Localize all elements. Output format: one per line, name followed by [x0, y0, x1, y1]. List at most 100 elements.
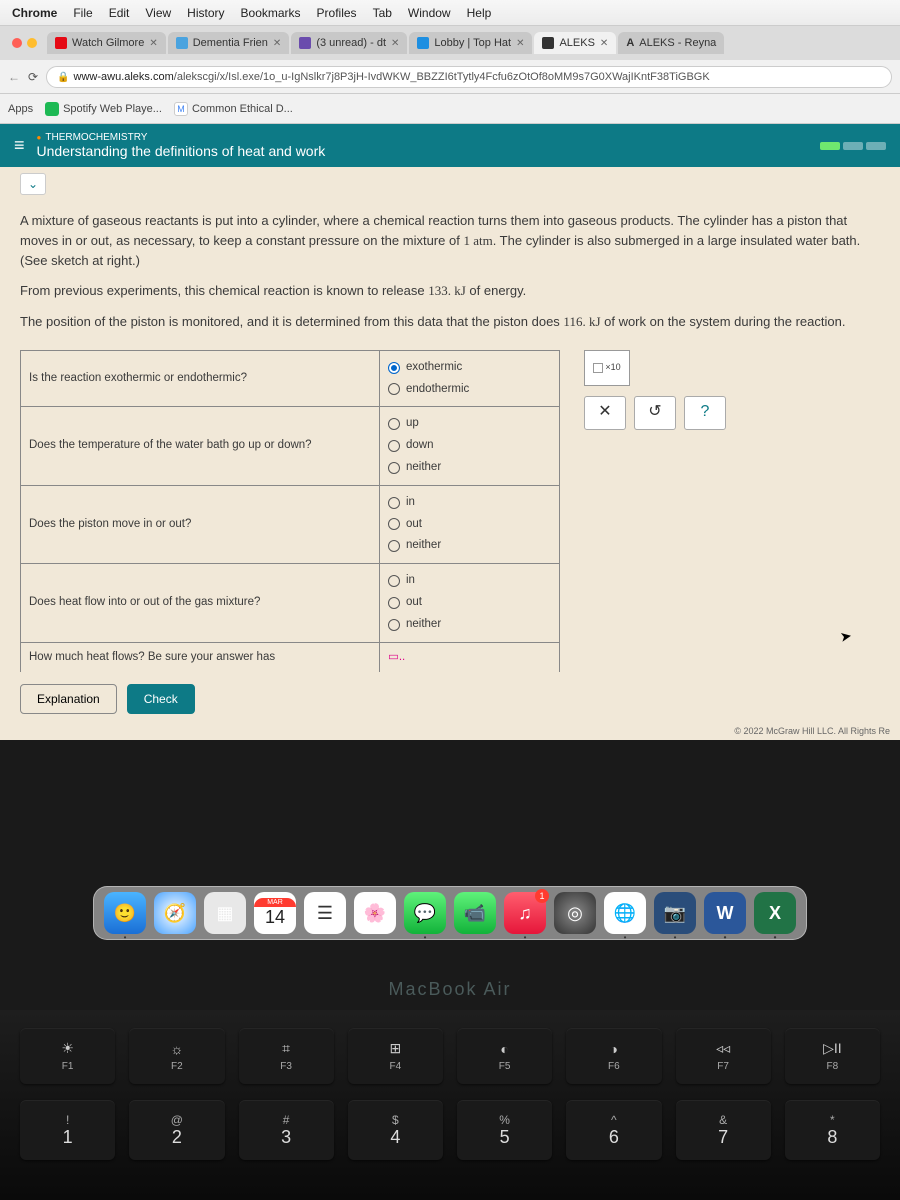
chevron-down-icon: ⌄: [28, 177, 38, 191]
menu-view[interactable]: View: [145, 6, 171, 20]
aleks-header: ≡ THERMOCHEMISTRY Understanding the defi…: [0, 124, 900, 167]
reminders-icon[interactable]: ☰: [304, 892, 346, 934]
apps-label[interactable]: Apps: [8, 103, 33, 115]
q3-text: Does the piston move in or out?: [21, 485, 380, 563]
tab-netflix[interactable]: Watch Gilmore✕: [47, 32, 166, 54]
lock-icon: 🔒: [57, 72, 69, 83]
key-f2: ☼F2: [129, 1028, 224, 1084]
safari-icon[interactable]: 🧭: [154, 892, 196, 934]
mac-menubar: Chrome File Edit View History Bookmarks …: [0, 0, 900, 26]
chrome-icon[interactable]: 🌐: [604, 892, 646, 934]
key-2: @2: [129, 1100, 224, 1160]
close-icon[interactable]: ✕: [516, 38, 524, 49]
question-table: Is the reaction exothermic or endothermi…: [20, 350, 560, 673]
topic-title: Understanding the definitions of heat an…: [37, 143, 326, 159]
q2-opt-down[interactable]: down: [388, 435, 551, 457]
key-6: ^6: [566, 1100, 661, 1160]
q5-text: How much heat flows? Be sure your answer…: [21, 642, 380, 672]
camera-icon[interactable]: 📷: [654, 892, 696, 934]
tab-aleks-2[interactable]: AALEKS - Reyna: [618, 32, 724, 54]
key-3: #3: [239, 1100, 334, 1160]
toolbox: ×10 ✕ ↺ ?: [584, 350, 726, 430]
sci-notation-button[interactable]: ×10: [584, 350, 630, 386]
reload-icon[interactable]: ⟳: [28, 70, 38, 84]
tab-dementia[interactable]: Dementia Frien✕: [168, 32, 290, 54]
key-f5: ◐F5: [457, 1028, 552, 1084]
q4-opt-in[interactable]: in: [388, 570, 551, 592]
browser-tabs: Watch Gilmore✕ Dementia Frien✕ (3 unread…: [0, 26, 900, 60]
menu-profiles[interactable]: Profiles: [317, 6, 357, 20]
q4-opt-neither[interactable]: neither: [388, 614, 551, 636]
tab-tophat[interactable]: Lobby | Top Hat✕: [409, 32, 532, 54]
keyboard: ☀F1☼F2⌗F3⊞F4◐F5◑F6◃◃F7▷IIF8 !1@2#3$4%5^6…: [0, 1010, 900, 1200]
music-icon[interactable]: ♫1: [504, 892, 546, 934]
progress-bar: [820, 142, 886, 150]
bookmarks-bar: Apps Spotify Web Playe... MCommon Ethica…: [0, 94, 900, 124]
q1-opt-endo[interactable]: endothermic: [388, 379, 551, 401]
bookmark-ethical[interactable]: MCommon Ethical D...: [174, 102, 293, 116]
key-5: %5: [457, 1100, 552, 1160]
copyright-text: © 2022 McGraw Hill LLC. All Rights Re: [0, 722, 900, 740]
calendar-icon[interactable]: MAR14: [254, 892, 296, 934]
menu-history[interactable]: History: [187, 6, 224, 20]
close-icon[interactable]: ✕: [149, 38, 157, 49]
url-bar-row: ← ⟳ 🔒www-awu.aleks.com/alekscgi/x/Isl.ex…: [0, 60, 900, 94]
key-8: *8: [785, 1100, 880, 1160]
key-f6: ◑F6: [566, 1028, 661, 1084]
cursor-icon: ➤: [839, 627, 854, 646]
messages-icon[interactable]: 💬: [404, 892, 446, 934]
undo-button[interactable]: ↺: [634, 396, 676, 430]
tab-aleks[interactable]: ALEKS✕: [534, 32, 616, 54]
q4-opt-out[interactable]: out: [388, 592, 551, 614]
close-icon[interactable]: ✕: [391, 38, 399, 49]
laptop-model: MacBook Air: [0, 979, 900, 1000]
clear-button[interactable]: ✕: [584, 396, 626, 430]
back-icon[interactable]: ←: [8, 70, 20, 84]
menu-edit[interactable]: Edit: [109, 6, 130, 20]
tab-mail[interactable]: (3 unread) - dt✕: [291, 32, 407, 54]
key-7: &7: [676, 1100, 771, 1160]
q2-opt-neither[interactable]: neither: [388, 457, 551, 479]
key-1: !1: [20, 1100, 115, 1160]
q2-text: Does the temperature of the water bath g…: [21, 407, 380, 485]
menu-help[interactable]: Help: [467, 6, 492, 20]
hamburger-icon[interactable]: ≡: [14, 135, 25, 156]
topic-category: THERMOCHEMISTRY: [37, 132, 326, 143]
q2-opt-up[interactable]: up: [388, 413, 551, 435]
key-f8: ▷IIF8: [785, 1028, 880, 1084]
expand-button[interactable]: ⌄: [20, 173, 46, 195]
menu-bookmarks[interactable]: Bookmarks: [241, 6, 301, 20]
launchpad-icon[interactable]: ▦: [204, 892, 246, 934]
q3-opt-in[interactable]: in: [388, 492, 551, 514]
finder-icon[interactable]: 🙂: [104, 892, 146, 934]
question-content: A mixture of gaseous reactants is put in…: [0, 201, 900, 722]
key-f7: ◃◃F7: [676, 1028, 771, 1084]
excel-icon[interactable]: X: [754, 892, 796, 934]
q3-opt-out[interactable]: out: [388, 514, 551, 536]
menu-window[interactable]: Window: [408, 6, 451, 20]
close-icon[interactable]: ✕: [273, 38, 281, 49]
traffic-lights[interactable]: [12, 38, 37, 48]
bookmark-spotify[interactable]: Spotify Web Playe...: [45, 102, 162, 116]
subheader: ⌄: [0, 167, 900, 201]
app-name: Chrome: [12, 6, 57, 20]
dock: 🙂 🧭 ▦ MAR14 ☰ 🌸 💬 📹 ♫1 ◎ 🌐 📷 W X: [0, 886, 900, 940]
menu-file[interactable]: File: [73, 6, 92, 20]
answer-field-icon[interactable]: ▭..: [388, 651, 405, 663]
word-icon[interactable]: W: [704, 892, 746, 934]
close-icon[interactable]: ✕: [600, 38, 608, 49]
photos-icon[interactable]: 🌸: [354, 892, 396, 934]
q3-opt-neither[interactable]: neither: [388, 535, 551, 557]
key-f3: ⌗F3: [239, 1028, 334, 1084]
q1-opt-exo[interactable]: exothermic: [388, 357, 551, 379]
url-field[interactable]: 🔒www-awu.aleks.com/alekscgi/x/Isl.exe/1o…: [46, 66, 892, 88]
help-button[interactable]: ?: [684, 396, 726, 430]
q4-text: Does heat flow into or out of the gas mi…: [21, 564, 380, 642]
app-icon[interactable]: ◎: [554, 892, 596, 934]
key-f1: ☀F1: [20, 1028, 115, 1084]
menu-tab[interactable]: Tab: [373, 6, 392, 20]
q1-text: Is the reaction exothermic or endothermi…: [21, 350, 380, 407]
facetime-icon[interactable]: 📹: [454, 892, 496, 934]
explanation-button[interactable]: Explanation: [20, 684, 117, 714]
check-button[interactable]: Check: [127, 684, 195, 714]
